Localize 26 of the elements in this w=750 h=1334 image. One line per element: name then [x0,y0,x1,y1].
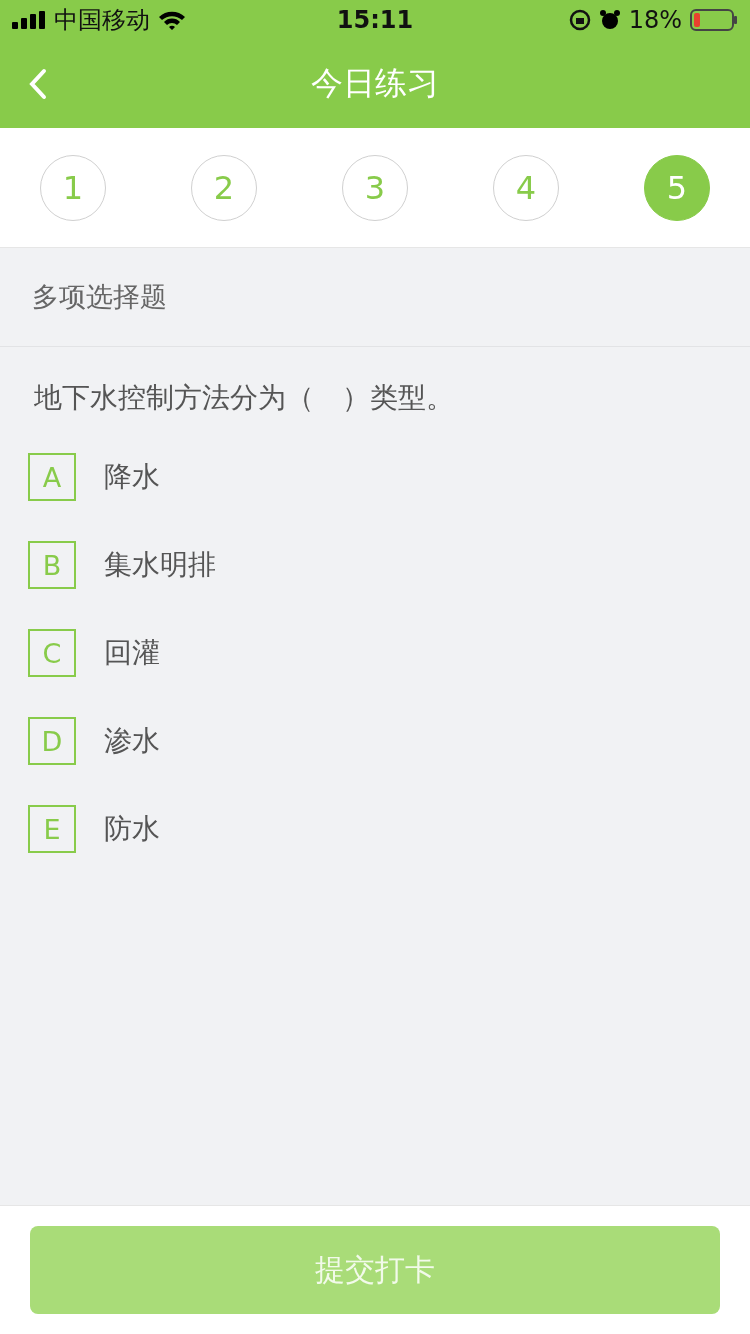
option-text[interactable]: 集水明排 [104,546,216,584]
option-letter-box[interactable]: A [28,453,76,501]
option-text[interactable]: 防水 [104,810,160,848]
carrier-name: 中国移动 [54,5,150,36]
question-tab[interactable]: 5 [644,155,710,221]
option-text[interactable]: 渗水 [104,722,160,760]
wifi-icon [158,10,186,30]
battery-percent: 18% [628,6,682,34]
option-text[interactable]: 降水 [104,458,160,496]
option-text[interactable]: 回灌 [104,634,160,672]
alarm-icon [598,9,621,31]
question-tab[interactable]: 1 [40,155,106,221]
rotation-lock-icon [568,9,591,31]
option-letter-box[interactable]: B [28,541,76,589]
clock-time: 15:11 [336,6,414,34]
option-letter-box[interactable]: D [28,717,76,765]
question-tab[interactable]: 4 [493,155,559,221]
question-tab[interactable]: 2 [191,155,257,221]
question-text: 地下水控制方法分为（ ）类型。 [33,380,455,416]
question-type-label: 多项选择题 [32,280,167,314]
option-letter-box[interactable]: E [28,805,76,853]
battery-icon [690,9,738,31]
option-letter-box[interactable]: C [28,629,76,677]
page-title: 今日练习 [311,63,439,104]
signal-icon [12,11,46,29]
question-tab[interactable]: 3 [342,155,408,221]
